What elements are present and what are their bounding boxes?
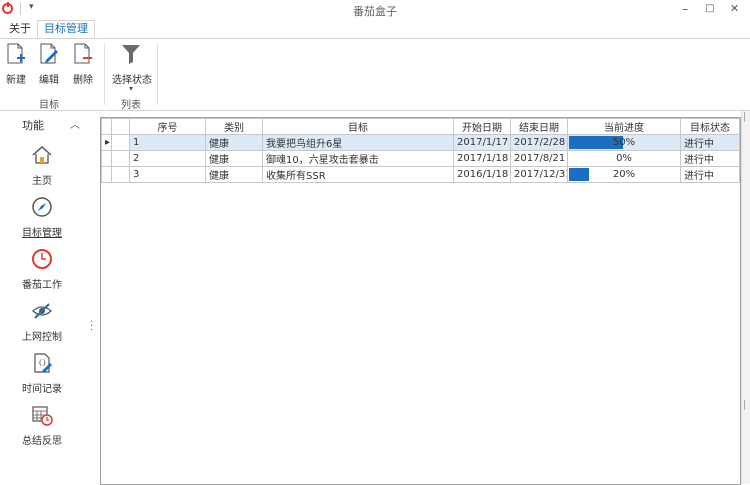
cell-category[interactable]: 健康 [205, 134, 263, 151]
row-spacer [111, 134, 130, 151]
window-title: 番茄盒子 [353, 5, 397, 18]
ribbon: 新建 编辑 删除 目标 选择状态 ▾ 列表 [0, 39, 750, 111]
cell-progress[interactable]: 20% [567, 166, 681, 183]
splitter-grip[interactable]: · · · [90, 318, 93, 336]
cell-id[interactable]: 3 [129, 166, 206, 183]
home-icon [32, 145, 52, 164]
row-indicator: ▸ [101, 134, 112, 151]
nav-item-goal-management[interactable]: 目标管理 [0, 196, 84, 239]
eye-slash-icon [32, 303, 52, 319]
navigation-pane: 功能 ︿ 主页 目标管理 番茄工作 上网控制 {} 时间记录 总结反思 · · … [0, 111, 99, 484]
ribbon-group-separator [157, 43, 158, 105]
row-indicator-header [101, 118, 112, 135]
table-row[interactable]: ▸ 1 健康 我要把鸟组升6星 2017/1/17 2017/2/28 50% … [101, 134, 740, 151]
column-header-category[interactable]: 类别 [205, 118, 263, 135]
chevron-down-icon: ▾ [128, 84, 133, 93]
new-doc-icon [7, 43, 25, 64]
edit-button[interactable]: 编辑 [36, 42, 62, 86]
column-header-progress[interactable]: 当前进度 [567, 118, 681, 135]
nav-item-home-label: 主页 [32, 176, 52, 187]
nav-item-internet-control[interactable]: 上网控制 [0, 300, 84, 343]
nav-item-goal-management-label: 目标管理 [22, 228, 62, 239]
nav-item-home[interactable]: 主页 [0, 144, 84, 187]
delete-button[interactable]: 删除 [70, 42, 96, 86]
row-indicator [101, 166, 112, 183]
compass-icon [32, 197, 52, 217]
edit-doc-icon [40, 43, 58, 64]
table-header-row: 序号 类别 目标 开始日期 结束日期 当前进度 目标状态 [101, 118, 740, 135]
cell-end-date[interactable]: 2017/12/31 [510, 166, 568, 183]
cell-status[interactable]: 进行中 [680, 166, 740, 183]
row-spacer [111, 166, 130, 183]
select-status-button[interactable]: 选择状态 ▾ [112, 42, 152, 93]
cell-status[interactable]: 进行中 [680, 150, 740, 167]
progress-label: 20% [612, 169, 636, 180]
row-indicator [101, 150, 112, 167]
nav-item-pomodoro-label: 番茄工作 [22, 280, 62, 291]
filter-icon [122, 45, 140, 64]
svg-text:{}: {} [38, 359, 46, 367]
right-edge-strip [741, 111, 750, 484]
progress-label: 50% [612, 137, 636, 148]
row-spacer [111, 150, 130, 167]
clock-icon [32, 249, 52, 269]
delete-button-label: 删除 [73, 75, 93, 86]
cell-status[interactable]: 进行中 [680, 134, 740, 151]
maximize-button[interactable]: □ [705, 3, 714, 14]
ribbon-group-separator [104, 43, 105, 105]
table-row[interactable]: 3 健康 收集所有SSR 2016/1/18 2017/12/31 20% 进行… [101, 166, 740, 183]
nav-title: 功能 [22, 119, 44, 132]
right-edge-mark [744, 112, 750, 122]
spacer-header [111, 118, 130, 135]
cell-end-date[interactable]: 2017/8/21 [510, 150, 568, 167]
column-header-end-date[interactable]: 结束日期 [510, 118, 568, 135]
goals-grid: 序号 类别 目标 开始日期 结束日期 当前进度 目标状态 ▸ 1 健康 我要把鸟… [100, 117, 741, 485]
edit-button-label: 编辑 [39, 75, 59, 86]
group-label-goal: 目标 [39, 100, 59, 111]
nav-item-reflection[interactable]: 总结反思 [0, 404, 84, 447]
log-doc-icon: {} [34, 353, 52, 373]
calendar-clock-icon [32, 406, 53, 426]
new-button-label: 新建 [6, 75, 26, 86]
progress-label: 0% [616, 153, 632, 164]
group-label-list: 列表 [121, 100, 141, 111]
cell-category[interactable]: 健康 [205, 150, 263, 167]
cell-progress[interactable]: 0% [567, 150, 681, 167]
cell-progress[interactable]: 50% [567, 134, 681, 151]
cell-id[interactable]: 2 [129, 150, 206, 167]
title-bar: ▾ 番茄盒子 – □ ✕ [0, 0, 750, 19]
cell-goal[interactable]: 我要把鸟组升6星 [262, 134, 454, 151]
column-header-id[interactable]: 序号 [129, 118, 206, 135]
nav-item-reflection-label: 总结反思 [22, 436, 62, 447]
nav-item-internet-control-label: 上网控制 [22, 332, 62, 343]
cell-goal[interactable]: 御魂10，六星攻击套暴击 [262, 150, 454, 167]
new-button[interactable]: 新建 [3, 42, 29, 86]
cell-start-date[interactable]: 2017/1/18 [453, 150, 511, 167]
goals-table: 序号 类别 目标 开始日期 结束日期 当前进度 目标状态 ▸ 1 健康 我要把鸟… [101, 118, 740, 183]
column-header-start-date[interactable]: 开始日期 [453, 118, 511, 135]
nav-item-pomodoro[interactable]: 番茄工作 [0, 248, 84, 291]
tab-goal-management[interactable]: 目标管理 [37, 20, 95, 38]
nav-collapse-button[interactable]: ︿ [70, 116, 80, 131]
nav-item-time-log[interactable]: {} 时间记录 [0, 352, 84, 395]
cell-start-date[interactable]: 2016/1/18 [453, 166, 511, 183]
close-button[interactable]: ✕ [730, 2, 739, 15]
ribbon-tabs: 关于 目标管理 [0, 19, 750, 39]
column-header-goal[interactable]: 目标 [262, 118, 454, 135]
cell-start-date[interactable]: 2017/1/17 [453, 134, 511, 151]
delete-doc-icon [74, 43, 92, 64]
cell-category[interactable]: 健康 [205, 166, 263, 183]
minimize-button[interactable]: – [682, 2, 688, 16]
nav-item-time-log-label: 时间记录 [22, 384, 62, 395]
tab-about[interactable]: 关于 [3, 21, 37, 37]
cell-end-date[interactable]: 2017/2/28 [510, 134, 568, 151]
cell-id[interactable]: 1 [129, 134, 206, 151]
right-edge-mark [744, 400, 750, 410]
column-header-status[interactable]: 目标状态 [680, 118, 740, 135]
table-row[interactable]: 2 健康 御魂10，六星攻击套暴击 2017/1/18 2017/8/21 0%… [101, 150, 740, 167]
cell-goal[interactable]: 收集所有SSR [262, 166, 454, 183]
